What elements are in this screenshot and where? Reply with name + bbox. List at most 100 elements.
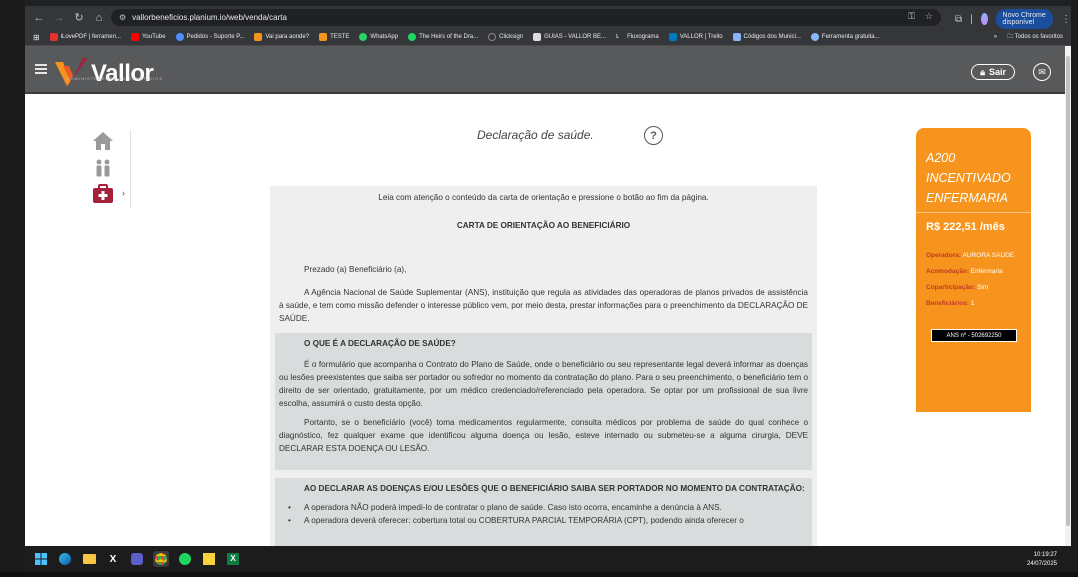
home-step-icon[interactable] [91, 130, 115, 152]
brand-subtitle: ADMINISTRADORA DE BENEFÍCIOS [67, 76, 164, 81]
plan-beneficiaries: Beneficiários: 1 [926, 300, 975, 307]
bookmark-favicon-icon [49, 33, 58, 41]
bookmark-item[interactable]: VALLOR | Trello [668, 33, 723, 41]
plan-coparticipation: Coparticipação: Sim [926, 284, 989, 291]
edge-icon[interactable] [57, 551, 73, 567]
bookmarks-bar: ⊞ iLovePDF | ferramen... YouTube Pedidos… [25, 29, 1071, 46]
address-bar[interactable]: ⚙ vallorbeneficios.planium.io/web/venda/… [111, 9, 941, 26]
home-icon[interactable]: ⌂ [89, 8, 109, 28]
letter-intro: Leia com atenção o conteúdo da carta de … [378, 193, 709, 202]
windows-start-icon[interactable] [33, 551, 49, 567]
guias-icon [533, 33, 542, 41]
letter-greeting: Prezado (a) Beneficiário (a), [304, 265, 407, 274]
list-item: A operadora deverá oferecer: cobertura t… [279, 514, 808, 527]
bookmark-item[interactable]: WhatsApp [359, 33, 398, 41]
mail-icon[interactable]: ✉ [1033, 63, 1051, 81]
bookmark-item[interactable]: Ferramenta gratuita... [810, 33, 880, 41]
chrome-icon[interactable] [153, 551, 169, 567]
bookmark-item[interactable]: Códigos dos Munici... [732, 33, 801, 41]
chrome-menu-icon[interactable]: ⋮ [1061, 14, 1071, 25]
section-paragraph: É o formulário que acompanha o Contrato … [279, 360, 808, 408]
bookmark-item[interactable]: iLovePDF | ferramen... [49, 33, 121, 41]
forward-icon[interactable]: → [49, 8, 69, 28]
back-icon[interactable]: ← [29, 8, 49, 28]
scrollbar-thumb[interactable] [1066, 56, 1070, 526]
logout-button[interactable]: 🔒︎ Sair [971, 64, 1015, 80]
trello-icon [668, 33, 677, 41]
site-info-icon[interactable]: ⚙ [119, 13, 126, 22]
plan-accommodation: Acomodação: Enfermaria [926, 268, 1003, 275]
bookmark-item[interactable]: Vai para aonde? [254, 33, 309, 41]
plan-operator: Operadora: AURORA SAUDE [926, 252, 1015, 259]
sticky-notes-icon[interactable] [201, 551, 217, 567]
plan-details: Operadora: AURORA SAUDE Acomodação: Enfe… [926, 250, 1026, 310]
section-declare-diseases: AO DECLARAR AS DOENÇAS E/OU LESÕES QUE O… [275, 478, 812, 546]
menu-icon[interactable] [35, 64, 47, 74]
bookmark-favicon-icon [175, 33, 184, 41]
bookmark-favicon-icon [732, 33, 741, 41]
plan-name: A200 INCENTIVADO ENFERMARIA [926, 151, 1011, 205]
profile-avatar[interactable] [980, 13, 988, 25]
youtube-icon [130, 33, 139, 41]
folder-icon: 🗀 [1007, 34, 1015, 40]
bookmark-item[interactable]: GUIAS - VALLOR BE... [533, 33, 606, 41]
clicksign-icon [488, 33, 497, 41]
medical-kit-step-icon[interactable] [91, 183, 115, 205]
password-key-icon[interactable]: ⚿ [908, 11, 915, 22]
chevron-right-icon: › [122, 188, 125, 198]
help-button[interactable]: ? [644, 126, 663, 145]
teams-icon[interactable] [129, 551, 145, 567]
orientation-letter: Leia com atenção o conteúdo da carta de … [270, 186, 817, 546]
brand-name: Vallor [91, 60, 154, 87]
plan-price: R$ 222,51 /mês [926, 221, 1005, 233]
people-step-icon[interactable] [91, 157, 115, 179]
whatsapp-icon [359, 33, 368, 41]
divider [916, 212, 1031, 213]
spotify-icon[interactable] [177, 551, 193, 567]
page-scrollbar[interactable] [1065, 46, 1071, 546]
extensions-icon[interactable]: ⧉ [955, 14, 962, 25]
file-explorer-icon[interactable] [81, 551, 97, 567]
section-bullets: A operadora NÃO poderá impedi-lo de cont… [279, 501, 808, 527]
browser-toolbar: ← → ↻ ⌂ ⚙ vallorbeneficios.planium.io/we… [25, 6, 1071, 29]
x-app-icon[interactable]: X [105, 551, 121, 567]
system-clock[interactable]: 10:19:27 24/07/2025 [1027, 551, 1057, 569]
apps-grid-icon[interactable]: ⊞ [33, 33, 40, 42]
bookmark-item[interactable]: The Heirs of the Dra... [408, 33, 478, 41]
letter-title: CARTA DE ORIENTAÇÃO AO BENEFICIÁRIO [456, 221, 631, 230]
clock-date: 24/07/2025 [1026, 561, 1057, 567]
vallor-logo-mark-icon [55, 58, 88, 86]
vallor-logo[interactable]: Vallor [55, 56, 154, 88]
spotify-icon [408, 33, 417, 41]
taskbar: X X 10:19:27 24/07/2025 [25, 546, 1071, 572]
bookmark-item[interactable]: TESTE [319, 33, 349, 41]
reload-icon[interactable]: ↻ [69, 8, 89, 28]
desktop-edge-left [0, 0, 25, 577]
list-item: A operadora NÃO poderá impedi-lo de cont… [279, 501, 808, 514]
bookmark-favicon-icon [810, 33, 819, 41]
vallor-favicon-icon [254, 33, 263, 41]
page-content: › Declaração de saúde. ? Leia com atençã… [25, 94, 1065, 546]
bookmark-star-icon[interactable]: ☆ [925, 11, 933, 22]
page-title: Declaração de saúde. [477, 128, 594, 142]
url-text: vallorbeneficios.planium.io/web/venda/ca… [132, 13, 287, 22]
lock-icon: 🔒︎ [980, 66, 985, 77]
chrome-update-button[interactable]: Novo Chrome disponível [995, 9, 1053, 29]
bookmark-item[interactable]: ʟ Fluxograma [616, 33, 659, 41]
section-heading: AO DECLARAR AS DOENÇAS E/OU LESÕES QUE O… [304, 484, 805, 493]
desktop-edge-bottom [0, 572, 1078, 577]
excel-icon[interactable]: X [225, 551, 241, 567]
bookmark-item[interactable]: Clicksign [488, 33, 523, 41]
section-paragraph: Portanto, se o beneficiário (você) toma … [279, 418, 808, 453]
step-nav: › [87, 130, 131, 208]
plan-summary-card: A200 INCENTIVADO ENFERMARIA R$ 222,51 /m… [916, 128, 1031, 412]
section-declaration: O QUE É A DECLARAÇÃO DE SAÚDE? É o formu… [275, 333, 812, 470]
clock-time: 10:19:27 [1033, 552, 1057, 558]
bookmark-item[interactable]: 🗀 Todos os favoritos [1007, 32, 1063, 42]
app-header: Vallor ADMINISTRADORA DE BENEFÍCIOS 🔒︎ S… [25, 46, 1065, 94]
screen: ← → ↻ ⌂ ⚙ vallorbeneficios.planium.io/we… [0, 0, 1078, 577]
bookmark-item[interactable]: Pedidos - Suporte P... [175, 33, 244, 41]
bookmark-item[interactable]: YouTube [130, 33, 166, 41]
bookmarks-overflow-icon[interactable]: » [994, 34, 997, 40]
fluxograma-icon: ʟ [616, 33, 619, 40]
